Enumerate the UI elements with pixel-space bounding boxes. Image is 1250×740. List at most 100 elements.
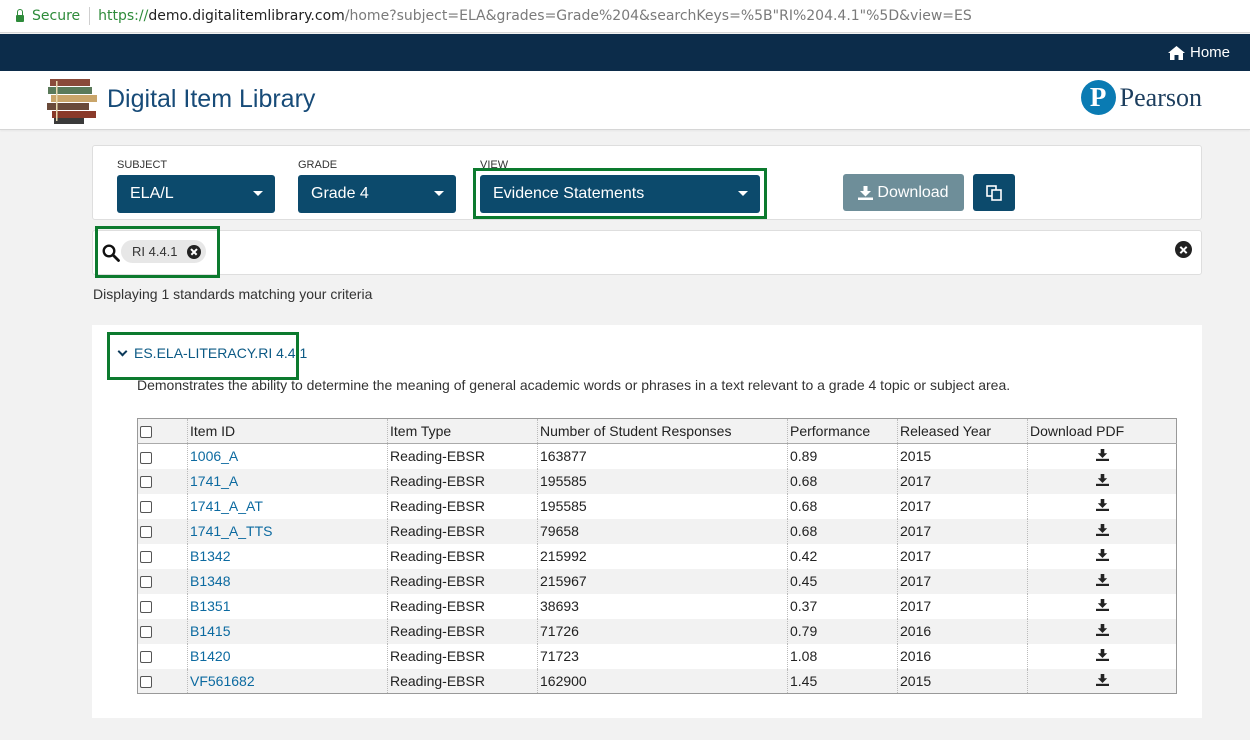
subject-select[interactable]: ELA/L bbox=[117, 175, 275, 213]
top-nav-bar: Home bbox=[0, 34, 1250, 71]
row-checkbox[interactable] bbox=[140, 451, 152, 464]
search-bar[interactable]: RI 4.4.1 bbox=[92, 230, 1202, 275]
caret-down-icon bbox=[253, 191, 263, 196]
item-id-link[interactable]: B1342 bbox=[190, 548, 230, 564]
item-id-cell: 1006_A bbox=[187, 443, 388, 469]
item-id-cell: B1348 bbox=[187, 568, 388, 594]
row-select-cell bbox=[137, 668, 188, 694]
item-type-cell: Reading-EBSR bbox=[387, 468, 538, 494]
download-icon bbox=[858, 185, 874, 200]
download-pdf-cell[interactable] bbox=[1027, 618, 1177, 644]
item-id-cell: B1351 bbox=[187, 593, 388, 619]
item-type-cell: Reading-EBSR bbox=[387, 643, 538, 669]
results-panel: ES.ELA-LITERACY.RI 4.4.1 Demonstrates th… bbox=[92, 325, 1202, 718]
item-id-link[interactable]: 1741_A bbox=[190, 473, 238, 489]
pearson-wordmark: Pearson bbox=[1119, 82, 1202, 112]
item-id-link[interactable]: 1741_A_AT bbox=[190, 498, 263, 514]
table-row: VF561682 Reading-EBSR 162900 1.45 2015 bbox=[137, 668, 1177, 694]
copy-link-button[interactable] bbox=[973, 174, 1015, 211]
responses-cell: 162900 bbox=[537, 668, 788, 694]
row-checkbox[interactable] bbox=[140, 526, 152, 539]
item-id-link[interactable]: B1415 bbox=[190, 623, 230, 639]
row-checkbox[interactable] bbox=[140, 626, 152, 639]
responses-cell: 195585 bbox=[537, 468, 788, 494]
column-header[interactable]: Performance bbox=[787, 418, 898, 444]
download-button[interactable]: Download bbox=[843, 174, 964, 211]
download-icon bbox=[1095, 624, 1109, 636]
row-checkbox[interactable] bbox=[140, 501, 152, 514]
item-type-cell: Reading-EBSR bbox=[387, 443, 538, 469]
pearson-logo[interactable]: P Pearson bbox=[1080, 80, 1202, 115]
table-row: B1420 Reading-EBSR 71723 1.08 2016 bbox=[138, 643, 1177, 669]
column-header[interactable]: Item Type bbox=[387, 418, 538, 444]
download-pdf-cell[interactable] bbox=[1027, 518, 1177, 544]
download-pdf-cell[interactable] bbox=[1027, 643, 1177, 669]
home-link[interactable]: Home bbox=[1167, 34, 1230, 71]
books-logo-icon[interactable] bbox=[46, 77, 98, 125]
table-row: B1415 Reading-EBSR 71726 0.79 2016 bbox=[137, 618, 1177, 644]
item-id-cell: B1415 bbox=[187, 618, 388, 644]
performance-cell: 0.68 bbox=[787, 468, 898, 494]
item-id-link[interactable]: B1348 bbox=[190, 573, 230, 589]
row-select-cell bbox=[138, 544, 188, 569]
responses-cell: 215967 bbox=[537, 568, 788, 594]
column-header[interactable]: Number of Student Responses bbox=[537, 418, 788, 444]
performance-cell: 0.79 bbox=[787, 618, 898, 644]
released-year-cell: 2015 bbox=[897, 668, 1028, 694]
row-checkbox[interactable] bbox=[140, 576, 152, 589]
app-title: Digital Item Library bbox=[107, 85, 316, 113]
select-all-checkbox[interactable] bbox=[140, 426, 152, 439]
row-select-cell bbox=[138, 444, 188, 469]
download-pdf-cell[interactable] bbox=[1027, 543, 1177, 569]
download-pdf-cell[interactable] bbox=[1027, 593, 1177, 619]
item-id-cell: VF561682 bbox=[187, 668, 388, 694]
item-id-cell: B1342 bbox=[187, 543, 388, 569]
responses-cell: 163877 bbox=[537, 443, 788, 469]
item-type-cell: Reading-EBSR bbox=[387, 518, 538, 544]
download-icon bbox=[1095, 449, 1109, 462]
site-header: Digital Item Library P Pearson bbox=[0, 71, 1250, 130]
download-pdf-cell[interactable] bbox=[1027, 668, 1177, 694]
home-label: Home bbox=[1189, 44, 1230, 61]
row-select-cell bbox=[138, 644, 188, 669]
item-id-link[interactable]: B1351 bbox=[190, 598, 230, 614]
column-header[interactable]: Item ID bbox=[187, 418, 388, 444]
row-checkbox[interactable] bbox=[140, 551, 152, 564]
download-pdf-cell[interactable] bbox=[1027, 493, 1177, 519]
item-id-link[interactable]: 1741_A_TTS bbox=[190, 523, 273, 539]
lock-icon bbox=[16, 8, 24, 22]
row-checkbox[interactable] bbox=[140, 676, 152, 689]
download-icon bbox=[1095, 499, 1109, 511]
download-label: Download bbox=[877, 183, 949, 201]
item-id-link[interactable]: B1420 bbox=[190, 648, 230, 664]
item-id-link[interactable]: 1006_A bbox=[190, 448, 238, 464]
secure-label: Secure bbox=[32, 8, 81, 24]
grade-value: Grade 4 bbox=[311, 185, 369, 202]
responses-cell: 215992 bbox=[537, 543, 788, 569]
performance-cell: 0.42 bbox=[787, 543, 898, 569]
row-checkbox[interactable] bbox=[140, 476, 152, 489]
download-icon bbox=[1095, 599, 1109, 611]
url-divider bbox=[89, 7, 91, 25]
item-type-cell: Reading-EBSR bbox=[387, 668, 538, 694]
grade-label: GRADE bbox=[298, 159, 338, 171]
download-pdf-cell[interactable] bbox=[1027, 568, 1177, 594]
clear-search-icon[interactable] bbox=[1175, 241, 1192, 258]
grade-select[interactable]: Grade 4 bbox=[298, 175, 456, 213]
search-chip-highlight-box bbox=[95, 226, 220, 278]
download-icon bbox=[1095, 574, 1109, 586]
item-id-cell: B1420 bbox=[187, 643, 388, 669]
url-scheme: https:// bbox=[98, 8, 149, 24]
table-row: B1348 Reading-EBSR 215967 0.45 2017 bbox=[137, 568, 1177, 594]
row-checkbox[interactable] bbox=[140, 651, 152, 664]
table-row: 1741_A_TTS Reading-EBSR 79658 0.68 2017 bbox=[137, 518, 1177, 544]
table-row: 1741_A Reading-EBSR 195585 0.68 2017 bbox=[137, 468, 1177, 494]
row-checkbox[interactable] bbox=[140, 601, 152, 614]
browser-url-bar[interactable]: Secure https:// demo.digitalitemlibrary.… bbox=[0, 0, 1250, 33]
download-pdf-cell[interactable] bbox=[1027, 468, 1177, 494]
download-icon bbox=[1095, 649, 1109, 661]
item-id-link[interactable]: VF561682 bbox=[190, 673, 255, 689]
download-pdf-cell[interactable] bbox=[1027, 443, 1177, 469]
table-row: 1006_A Reading-EBSR 163877 0.89 2015 bbox=[138, 443, 1177, 469]
column-header[interactable]: Released Year bbox=[897, 418, 1028, 444]
